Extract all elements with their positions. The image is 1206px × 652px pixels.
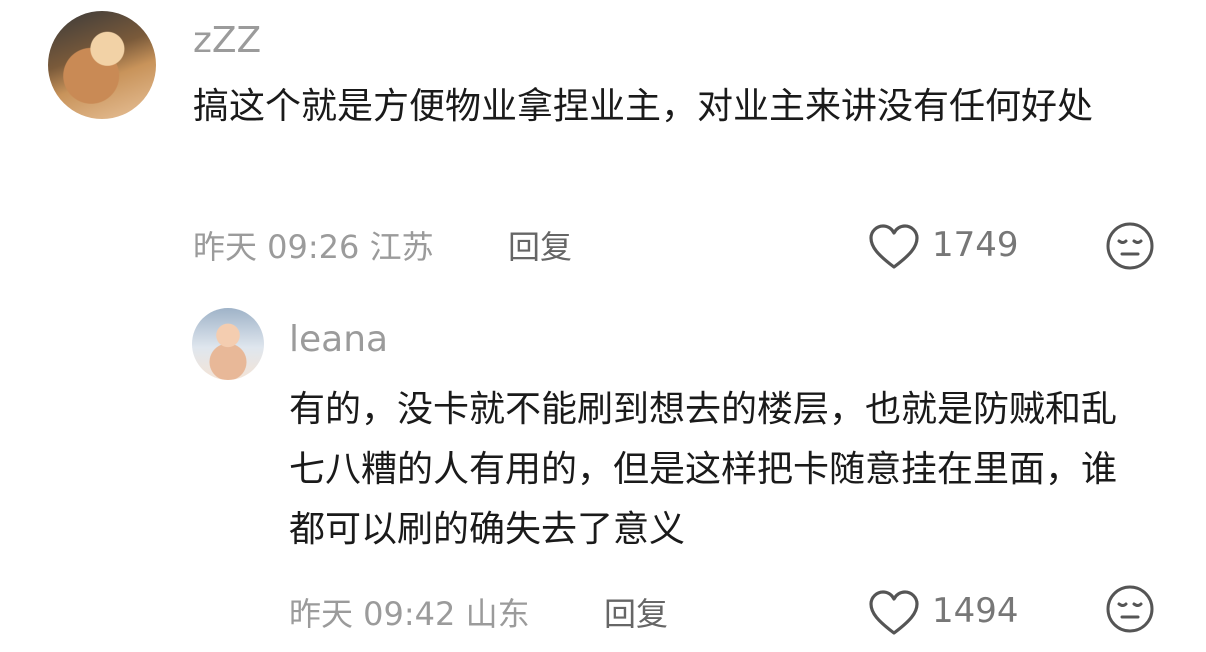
heart-icon[interactable] [868,223,920,271]
comment-meta: 昨天 09:26 江苏 [193,228,434,266]
username[interactable]: zZZ [193,20,261,61]
comment-meta: 昨天 09:42 山东 [289,595,530,633]
heart-icon[interactable] [868,589,920,637]
avatar[interactable] [192,308,264,380]
reply-button[interactable]: 回复 [508,222,572,268]
comment-text: 搞这个就是方便物业拿捏业主，对业主来讲没有任何好处 [193,86,1094,127]
avatar[interactable] [48,11,156,119]
like-count: 1749 [932,225,1019,265]
reply-button[interactable]: 回复 [604,589,668,635]
watermark [1022,598,1202,640]
like-count: 1494 [932,591,1019,631]
comment-text: 有的，没卡就不能刷到想去的楼层，也就是防贼和乱七八糟的人有用的，但是这样把卡随意… [289,389,1118,550]
username[interactable]: leana [289,319,388,360]
meh-face-icon[interactable] [1104,220,1156,272]
